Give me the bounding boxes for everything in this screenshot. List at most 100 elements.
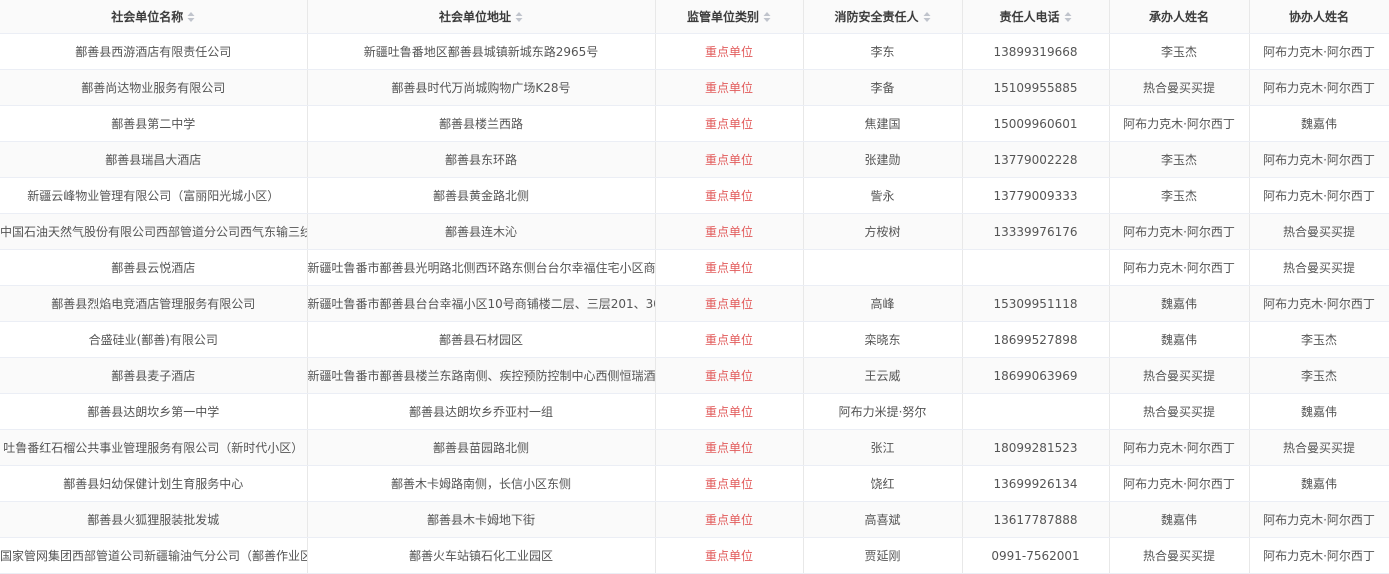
cell-handler-name: 阿布力克木·阿尔西丁: [1109, 429, 1250, 466]
column-header-handler-name: 承办人姓名: [1109, 0, 1250, 34]
cell-fire-safety-person: 张建勋: [803, 141, 963, 178]
cell-assistant-name: 热合曼买买提: [1249, 429, 1389, 466]
cell-fire-safety-person: [803, 249, 963, 286]
table-row[interactable]: 鄯善县云悦酒店 新疆吐鲁番市鄯善县光明路北侧西环路东侧台台尔幸福住宅小区商铺 重点单…: [0, 249, 1389, 286]
cell-supervision-category: 重点单位: [655, 285, 804, 322]
cell-assistant-name: 魏嘉伟: [1249, 393, 1389, 430]
column-header-label: 监管单位类别: [686, 10, 759, 24]
cell-supervision-category: 重点单位: [655, 105, 804, 142]
sort-icon[interactable]: [515, 11, 523, 23]
cell-handler-name: 热合曼买买提: [1109, 69, 1250, 106]
cell-supervision-category: 重点单位: [655, 465, 804, 502]
cell-unit-name: 鄯善尚达物业服务有限公司: [0, 69, 308, 106]
sort-icon[interactable]: [187, 11, 195, 23]
table-row[interactable]: 国家管网集团西部管道公司新疆输油气分公司（鄯善作业区） 鄯善火车站镇石化工业园区重…: [0, 537, 1389, 574]
cell-person-phone: 0991-7562001: [962, 537, 1110, 574]
cell-unit-address: 鄯善县苗园路北侧: [307, 429, 656, 466]
column-header-label: 社会单位地址: [438, 10, 511, 24]
table-row[interactable]: 吐鲁番红石榴公共事业管理服务有限公司（新时代小区） 鄯善县苗园路北侧 重点单位 张江 1…: [0, 429, 1389, 466]
cell-unit-address: 鄯善县东环路: [307, 141, 656, 178]
cell-fire-safety-person: 王云威: [803, 357, 963, 394]
table-row[interactable]: 鄯善县西游酒店有限责任公司 新疆吐鲁番地区鄯善县城镇新城东路2965号 重点单位 李东…: [0, 33, 1389, 70]
cell-handler-name: 魏嘉伟: [1109, 501, 1250, 538]
cell-fire-safety-person: 訾永: [803, 177, 963, 214]
cell-unit-address: 鄯善县连木沁: [307, 213, 656, 250]
table-row[interactable]: 鄯善县第二中学 鄯善县楼兰西路 重点单位 焦建国 15009960601 阿布力克木·阿尔…: [0, 105, 1389, 142]
table-row[interactable]: 新疆云峰物业管理有限公司（富丽阳光城小区） 鄯善县黄金路北侧 重点单位 訾永 13779…: [0, 177, 1389, 214]
cell-handler-name: 李玉杰: [1109, 177, 1250, 214]
cell-handler-name: 魏嘉伟: [1109, 285, 1250, 322]
sort-icon[interactable]: [1064, 11, 1072, 23]
cell-unit-name: 鄯善县火狐狸服装批发城: [0, 501, 308, 538]
cell-supervision-category: 重点单位: [655, 357, 804, 394]
cell-person-phone: 18099281523: [962, 429, 1110, 466]
cell-person-phone: 18699527898: [962, 321, 1110, 358]
cell-fire-safety-person: 高峰: [803, 285, 963, 322]
cell-unit-address: 鄯善县楼兰西路: [307, 105, 656, 142]
cell-fire-safety-person: 李东: [803, 33, 963, 70]
cell-assistant-name: 李玉杰: [1249, 321, 1389, 358]
cell-supervision-category: 重点单位: [655, 213, 804, 250]
cell-person-phone: 13699926134: [962, 465, 1110, 502]
cell-unit-address: 新疆吐鲁番地区鄯善县城镇新城东路2965号: [307, 33, 656, 70]
cell-supervision-category: 重点单位: [655, 69, 804, 106]
column-header-person-phone[interactable]: 责任人电话: [962, 0, 1110, 34]
cell-assistant-name: 阿布力克木·阿尔西丁: [1249, 537, 1389, 574]
table-row[interactable]: 合盛硅业(鄯善)有限公司 鄯善县石材园区 重点单位 栾晓东 18699527898 魏嘉伟…: [0, 321, 1389, 358]
cell-unit-name: 鄯善县麦子酒店: [0, 357, 308, 394]
column-header-label: 承办人姓名: [1148, 10, 1209, 24]
cell-assistant-name: 阿布力克木·阿尔西丁: [1249, 141, 1389, 178]
cell-handler-name: 热合曼买买提: [1109, 357, 1250, 394]
cell-supervision-category: 重点单位: [655, 537, 804, 574]
cell-handler-name: 阿布力克木·阿尔西丁: [1109, 213, 1250, 250]
cell-unit-address: 鄯善县时代万尚城购物广场K28号: [307, 69, 656, 106]
cell-assistant-name: 热合曼买买提: [1249, 249, 1389, 286]
cell-supervision-category: 重点单位: [655, 177, 804, 214]
cell-handler-name: 阿布力克木·阿尔西丁: [1109, 249, 1250, 286]
cell-supervision-category: 重点单位: [655, 249, 804, 286]
cell-person-phone: 13779009333: [962, 177, 1110, 214]
table-row[interactable]: 中国石油天然气股份有限公司西部管道分公司西气东输三线 鄯善县连木沁 重点单位 方桉树 1…: [0, 213, 1389, 250]
cell-person-phone: 18699063969: [962, 357, 1110, 394]
cell-unit-address: 新疆吐鲁番市鄯善县楼兰东路南侧、疾控预防控制中心西侧恒瑞酒店: [307, 357, 656, 394]
cell-person-phone: 13899319668: [962, 33, 1110, 70]
cell-person-phone: 13779002228: [962, 141, 1110, 178]
cell-assistant-name: 阿布力克木·阿尔西丁: [1249, 33, 1389, 70]
cell-assistant-name: 阿布力克木·阿尔西丁: [1249, 69, 1389, 106]
cell-fire-safety-person: 阿布力米提·努尔: [803, 393, 963, 430]
cell-unit-address: 鄯善县木卡姆地下街: [307, 501, 656, 538]
cell-unit-name: 中国石油天然气股份有限公司西部管道分公司西气东输三线: [0, 213, 308, 250]
cell-unit-name: 鄯善县烈焰电竞酒店管理服务有限公司: [0, 285, 308, 322]
table-row[interactable]: 鄯善县瑞昌大酒店 鄯善县东环路 重点单位 张建勋 13779002228 李玉杰 阿布力克木…: [0, 141, 1389, 178]
table-row[interactable]: 鄯善尚达物业服务有限公司 鄯善县时代万尚城购物广场K28号 重点单位 李备 151099…: [0, 69, 1389, 106]
table-header: 社会单位名称 社会单位地址 监管单位类别 消防安全责任人 责任人电话 承办人姓名 协办人姓名: [0, 0, 1389, 34]
cell-unit-name: 鄯善县妇幼保健计划生育服务中心: [0, 465, 308, 502]
cell-supervision-category: 重点单位: [655, 141, 804, 178]
column-header-unit-address[interactable]: 社会单位地址: [307, 0, 656, 34]
table-row[interactable]: 鄯善县烈焰电竞酒店管理服务有限公司 新疆吐鲁番市鄯善县台台幸福小区10号商铺楼二层…: [0, 285, 1389, 322]
column-header-supervision-category[interactable]: 监管单位类别: [655, 0, 804, 34]
cell-unit-address: 鄯善县石材园区: [307, 321, 656, 358]
cell-assistant-name: 魏嘉伟: [1249, 105, 1389, 142]
cell-person-phone: 15109955885: [962, 69, 1110, 106]
cell-supervision-category: 重点单位: [655, 429, 804, 466]
cell-assistant-name: 阿布力克木·阿尔西丁: [1249, 285, 1389, 322]
column-header-unit-name[interactable]: 社会单位名称: [0, 0, 308, 34]
column-header-fire-safety-person[interactable]: 消防安全责任人: [803, 0, 963, 34]
column-header-label: 消防安全责任人: [834, 10, 919, 24]
table-row[interactable]: 鄯善县麦子酒店 新疆吐鲁番市鄯善县楼兰东路南侧、疾控预防控制中心西侧恒瑞酒店 重点单…: [0, 357, 1389, 394]
cell-supervision-category: 重点单位: [655, 393, 804, 430]
cell-supervision-category: 重点单位: [655, 321, 804, 358]
cell-supervision-category: 重点单位: [655, 501, 804, 538]
cell-person-phone: [962, 393, 1110, 430]
cell-unit-name: 鄯善县第二中学: [0, 105, 308, 142]
table-row[interactable]: 鄯善县达朗坎乡第一中学 鄯善县达朗坎乡乔亚村一组 重点单位 阿布力米提·努尔 热合曼买买…: [0, 393, 1389, 430]
sort-icon[interactable]: [763, 11, 771, 23]
table-row[interactable]: 鄯善县妇幼保健计划生育服务中心 鄯善木卡姆路南侧，长信小区东侧 重点单位 饶红 1369…: [0, 465, 1389, 502]
cell-unit-name: 鄯善县云悦酒店: [0, 249, 308, 286]
cell-unit-name: 鄯善县达朗坎乡第一中学: [0, 393, 308, 430]
cell-handler-name: 热合曼买买提: [1109, 537, 1250, 574]
sort-icon[interactable]: [923, 11, 931, 23]
table-row[interactable]: 鄯善县火狐狸服装批发城 鄯善县木卡姆地下街 重点单位 高喜斌 13617787888 魏嘉…: [0, 501, 1389, 538]
column-header-label: 协办人姓名: [1288, 10, 1349, 24]
